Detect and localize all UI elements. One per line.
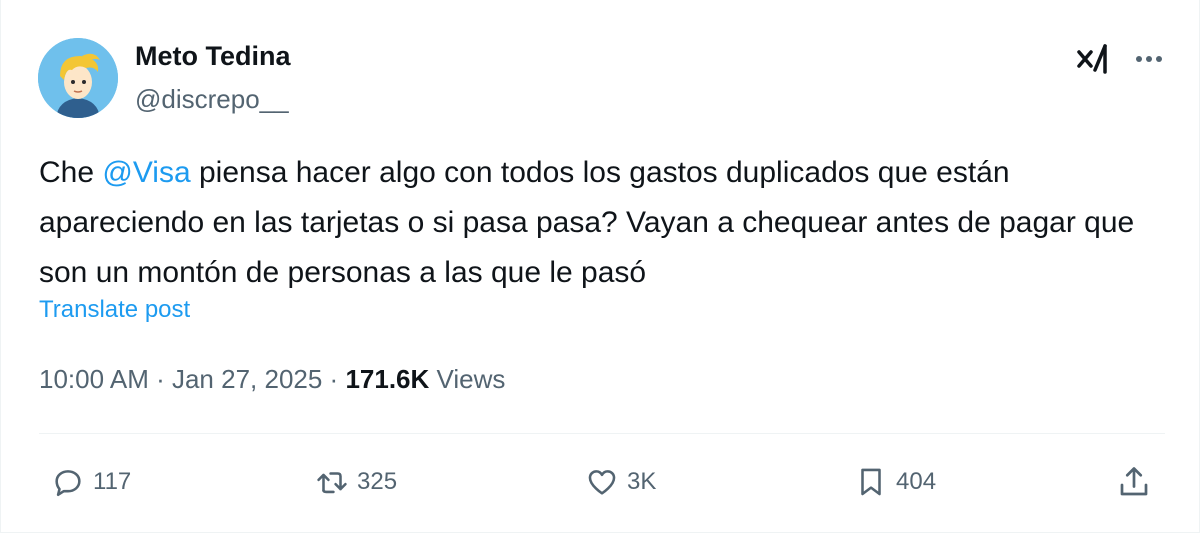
more-icon[interactable] xyxy=(1131,44,1167,74)
share-icon xyxy=(1120,467,1148,496)
translate-post-link[interactable]: Translate post xyxy=(39,296,190,324)
like-count: 3K xyxy=(627,468,657,495)
reply-icon xyxy=(55,470,81,497)
post-date[interactable]: Jan 27, 2025 xyxy=(172,364,322,394)
repost-button[interactable]: 325 xyxy=(315,462,397,502)
bookmark-icon xyxy=(861,468,881,496)
like-button[interactable]: 3K xyxy=(585,462,656,502)
grok-icon[interactable] xyxy=(1075,42,1113,76)
post-time[interactable]: 10:00 AM xyxy=(39,364,149,394)
repost-icon xyxy=(317,472,347,494)
bookmark-count: 404 xyxy=(896,468,937,495)
divider xyxy=(39,433,1165,434)
repost-count: 325 xyxy=(357,468,398,495)
reply-count: 117 xyxy=(93,468,132,495)
avatar-image xyxy=(38,38,118,118)
reply-button[interactable]: 117 xyxy=(51,462,131,502)
views-label: Views xyxy=(429,364,506,394)
post-meta: 10:00 AM · Jan 27, 2025 · 171.6K Views xyxy=(39,364,505,395)
post-card: Meto Tedina @discrepo__ Che @Visa piensa… xyxy=(0,0,1200,533)
bookmark-button[interactable]: 404 xyxy=(854,462,936,502)
like-icon xyxy=(588,470,616,495)
meta-separator: · xyxy=(148,364,172,394)
meta-separator: · xyxy=(322,364,346,394)
post-text: Che @Visa piensa hacer algo con todos lo… xyxy=(39,148,1169,298)
author-name[interactable]: Meto Tedina xyxy=(135,41,291,72)
share-button[interactable] xyxy=(1116,462,1152,502)
avatar[interactable] xyxy=(38,38,118,118)
author-handle[interactable]: @discrepo__ xyxy=(135,84,289,115)
views-count[interactable]: 171.6K xyxy=(345,364,429,394)
post-text-start: Che xyxy=(39,156,103,189)
mention-link[interactable]: @Visa xyxy=(102,156,190,189)
post-text-end: piensa hacer algo con todos los gastos d… xyxy=(39,156,1135,289)
